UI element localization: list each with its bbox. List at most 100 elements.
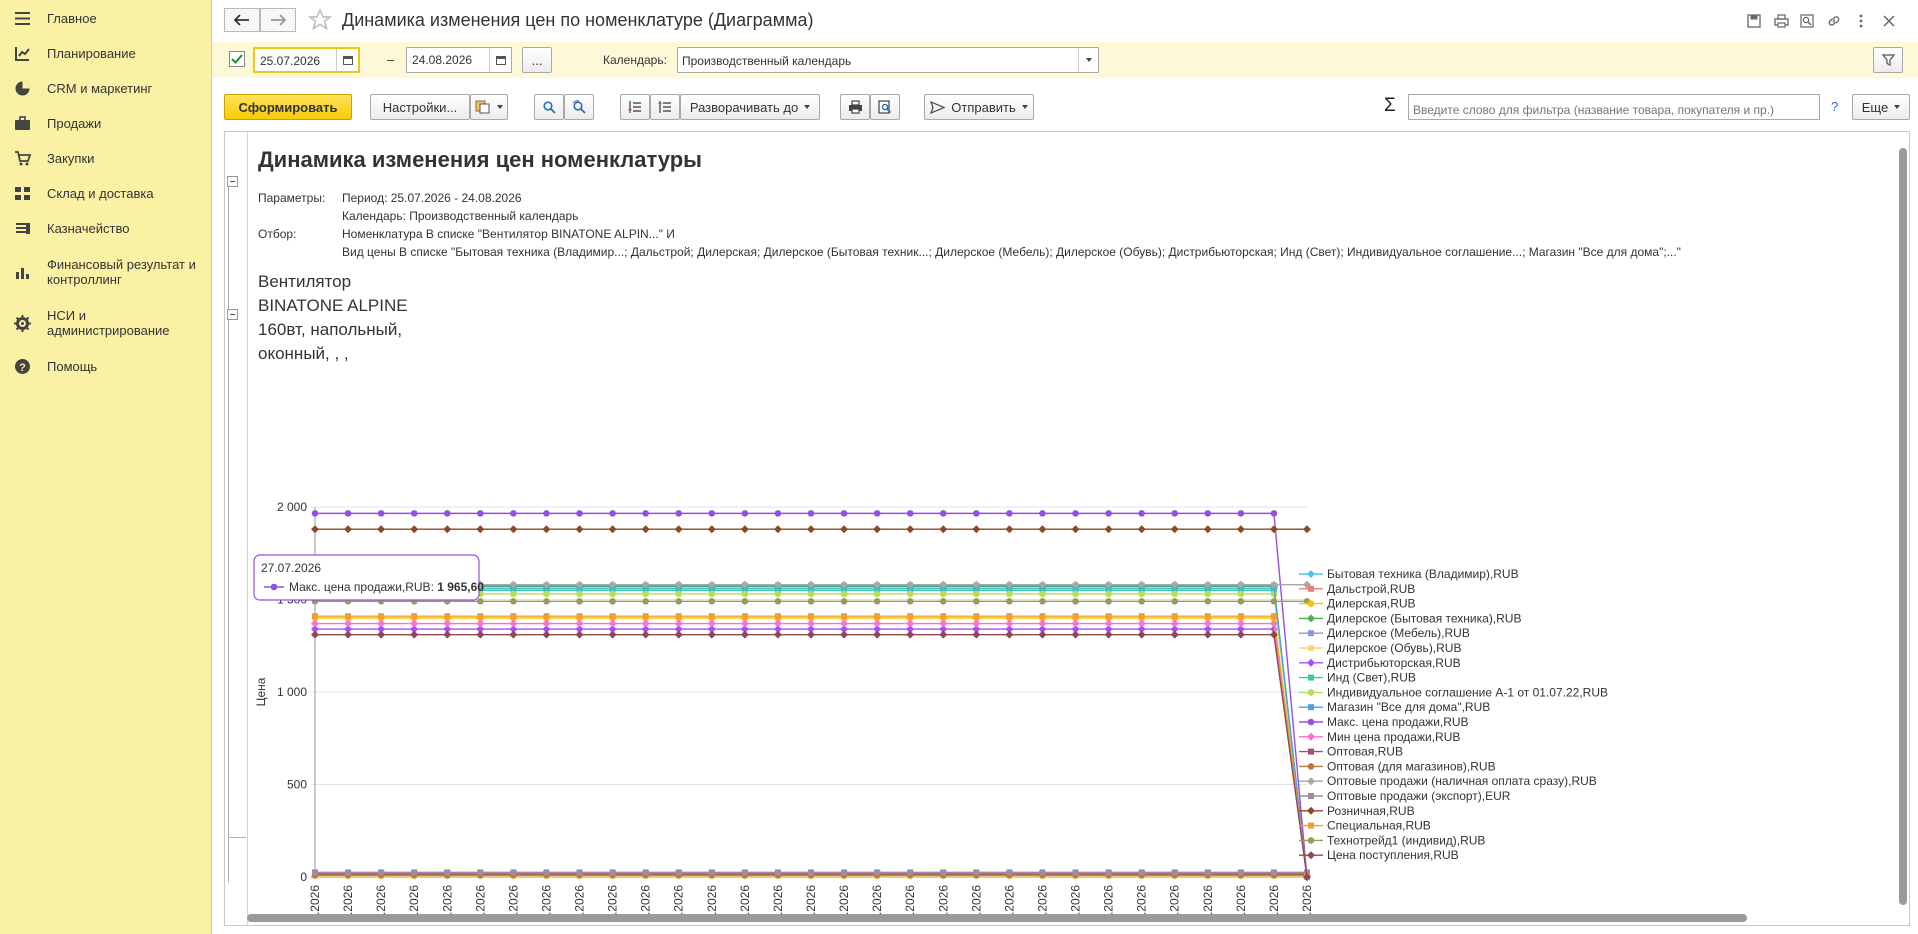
data-point <box>1171 869 1178 876</box>
sidebar-item-label: Финансовый результат и контроллинг <box>47 257 196 287</box>
sidebar-item-planning[interactable]: Планирование <box>0 43 212 63</box>
series-line <box>315 617 1308 878</box>
back-button[interactable] <box>224 8 260 32</box>
generate-button[interactable]: Сформировать <box>224 94 352 120</box>
legend-entry: Дилерское (Мебель),RUB <box>1327 626 1470 640</box>
print-button[interactable] <box>1770 10 1792 32</box>
legend-entry: Оптовая,RUB <box>1327 745 1403 759</box>
data-point <box>807 619 815 628</box>
sidebar-item-crm[interactable]: CRM и маркетинг <box>0 78 212 98</box>
sidebar-item-admin[interactable]: НСИ и администрирование <box>0 306 212 340</box>
data-point <box>410 525 419 534</box>
data-point <box>509 630 518 639</box>
svg-text:?: ? <box>19 362 26 374</box>
data-point <box>1105 613 1112 620</box>
sidebar-item-main[interactable]: Главное <box>0 8 212 28</box>
date-to-input[interactable]: 24.08.2026 <box>406 47 512 73</box>
period-select-button[interactable]: ... <box>522 47 552 73</box>
link-button[interactable] <box>1823 10 1845 32</box>
period-checkbox[interactable] <box>229 51 245 67</box>
data-point <box>940 869 947 876</box>
data-point <box>311 630 319 639</box>
print-preview-button[interactable] <box>870 94 900 120</box>
filter-label: Отбор: <box>258 227 297 241</box>
calendar-picker-button[interactable] <box>336 49 358 71</box>
date-from-input[interactable]: 25.07.2026 <box>253 47 360 73</box>
data-point <box>741 869 748 876</box>
preview-button[interactable] <box>1796 10 1818 32</box>
print-report-button[interactable] <box>840 94 870 120</box>
data-point <box>874 613 881 620</box>
send-dropdown[interactable]: Отправить <box>924 94 1034 120</box>
sidebar-item-warehouse[interactable]: Склад и доставка <box>0 183 212 203</box>
sidebar-item-finance[interactable]: Финансовый результат и контроллинг <box>0 255 212 289</box>
vertical-scrollbar[interactable] <box>1899 148 1907 905</box>
data-point <box>1006 590 1013 598</box>
data-point <box>410 630 419 639</box>
find-button[interactable] <box>534 94 564 120</box>
data-point <box>708 613 715 620</box>
arrow-left-icon <box>234 14 249 26</box>
calendar-picker-button[interactable] <box>489 48 511 72</box>
sidebar-item-purchases[interactable]: Закупки <box>0 148 212 168</box>
collapse-all-button[interactable] <box>650 94 680 120</box>
data-point <box>575 619 584 628</box>
more-actions-dropdown[interactable]: Еще <box>1852 94 1910 120</box>
check-icon <box>231 54 243 64</box>
data-point <box>642 590 649 598</box>
data-point <box>1105 598 1112 605</box>
more-actions-label: Еще <box>1861 99 1889 115</box>
settings-button[interactable]: Настройки... <box>370 94 470 120</box>
legend-swatch-marker <box>1307 732 1315 741</box>
legend-entry: Дилерское (Бытовая техника),RUB <box>1327 611 1521 625</box>
item-name-line: оконный, , , <box>258 344 349 363</box>
save-button[interactable] <box>1743 10 1765 32</box>
data-point <box>1104 619 1113 628</box>
data-point <box>642 869 649 876</box>
sidebar-item-help[interactable]: ? Помощь <box>0 356 212 376</box>
star-icon[interactable] <box>308 8 332 32</box>
expand-to-dropdown[interactable]: Разворачивать до <box>680 94 820 120</box>
legend-swatch-marker <box>1307 851 1315 860</box>
report-title: Динамика изменения цен номенклатуры <box>258 147 702 172</box>
grid-icon <box>15 186 30 200</box>
sum-icon[interactable]: Σ <box>1384 95 1396 117</box>
more-menu-button[interactable] <box>1850 10 1872 32</box>
collapse-group-button[interactable] <box>227 176 238 187</box>
data-point <box>476 619 485 628</box>
data-point <box>443 630 452 639</box>
chevron-down-icon[interactable] <box>1078 48 1098 72</box>
data-point <box>1105 590 1112 598</box>
series-line <box>315 622 1308 878</box>
legend-swatch-marker <box>1307 777 1315 786</box>
data-point <box>1005 619 1014 628</box>
data-point <box>608 630 617 639</box>
expand-all-button[interactable] <box>620 94 650 120</box>
data-point <box>674 525 683 534</box>
help-link[interactable]: ? <box>1831 99 1838 114</box>
forward-button[interactable] <box>260 8 296 32</box>
expand-to-label: Разворачивать до <box>689 99 799 115</box>
sidebar-item-sales[interactable]: Продажи <box>0 113 212 133</box>
legend-entry: Инд (Свет),RUB <box>1327 671 1416 685</box>
variant-button[interactable] <box>470 94 508 120</box>
legend-entry: Дальстрой,RUB <box>1327 582 1415 596</box>
data-point <box>1038 619 1047 628</box>
close-button[interactable] <box>1878 10 1900 32</box>
horizontal-scrollbar[interactable] <box>247 914 1747 922</box>
find-next-button[interactable] <box>564 94 594 120</box>
data-point <box>939 510 947 517</box>
legend-entry: Индивидуальное соглашение А-1 от 01.07.2… <box>1327 685 1608 699</box>
preview-icon <box>878 100 892 114</box>
data-point <box>675 598 683 605</box>
filter-settings-button[interactable] <box>1873 47 1903 73</box>
data-point <box>1203 619 1212 628</box>
sidebar: Главное Планирование CRM и маркетинг Про… <box>0 0 212 934</box>
data-point <box>1072 510 1079 517</box>
search-input[interactable] <box>1408 94 1820 120</box>
collapse-group-button[interactable] <box>227 309 238 320</box>
data-point <box>906 590 914 598</box>
calendar-select[interactable]: Производственный календарь <box>677 47 1099 73</box>
sidebar-item-treasury[interactable]: Казначейство <box>0 218 212 238</box>
filter-text-nomenclature: Номенклатура В списке "Вентилятор BINATO… <box>342 227 675 241</box>
